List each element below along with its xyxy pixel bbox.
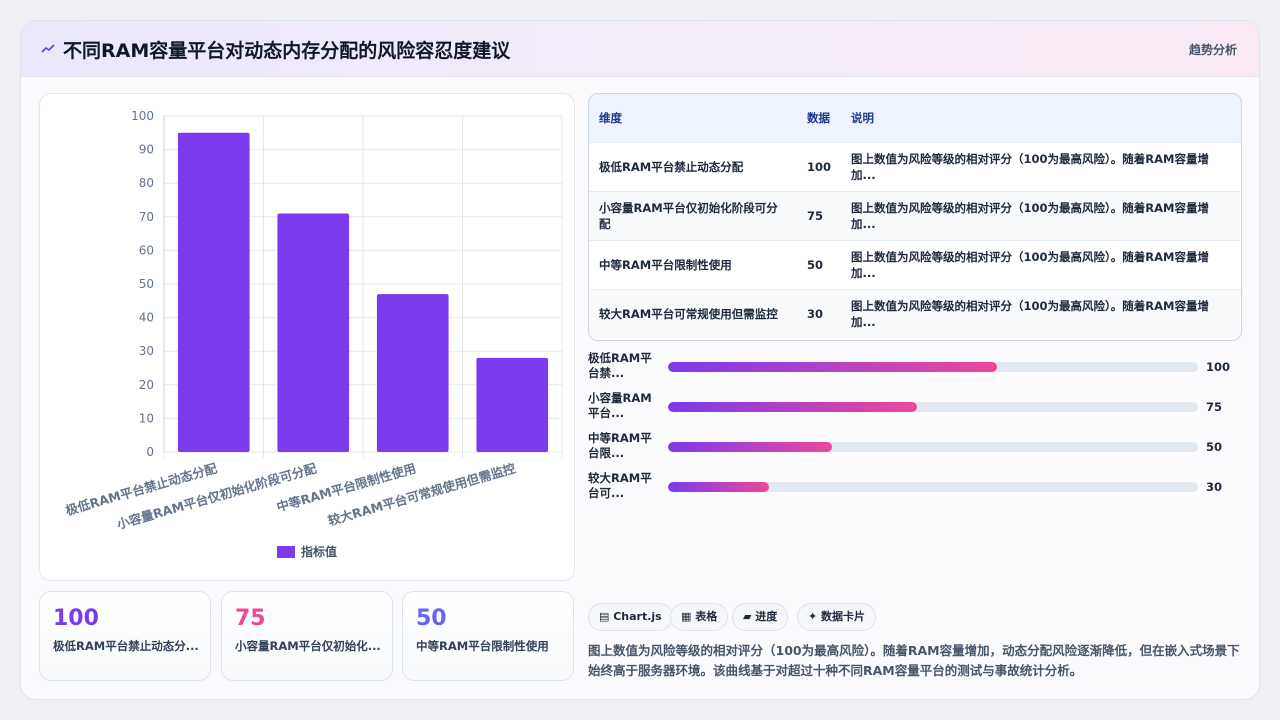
progress-value: 50	[1206, 440, 1223, 454]
table-cell-dimension: 较大RAM平台可常规使用但需监控	[589, 288, 797, 338]
kpi-value: 75	[235, 606, 266, 631]
table-cell-value: 100	[797, 141, 842, 191]
table-cell-value: 75	[797, 190, 842, 240]
progress-label: 较大RAM平台可...	[588, 471, 652, 500]
progress-value: 75	[1206, 400, 1223, 414]
y-tick-label: 10	[139, 411, 154, 425]
chip-chartjs[interactable]: ▤ Chart.js	[588, 603, 673, 631]
progress-row: 中等RAM平台限... 50	[588, 431, 1242, 467]
progress-track	[668, 442, 1198, 452]
progress-track	[668, 402, 1198, 412]
table-cell-value: 30	[797, 288, 842, 338]
table-cell-desc: 图上数值为风险等级的相对评分（100为最高风险）。随着RAM容量增加...	[841, 190, 1241, 240]
bar	[177, 132, 250, 453]
progress-label: 小容量RAM平台...	[588, 391, 652, 420]
y-tick-label: 60	[139, 243, 154, 257]
table-row: 较大RAM平台可常规使用但需监控 30 图上数值为风险等级的相对评分（100为最…	[589, 288, 1241, 338]
kpi-card: 75 小容量RAM平台仅初始化...	[221, 591, 393, 681]
progress-value: 100	[1206, 360, 1231, 374]
data-table-panel: 维度 数据 说明 极低RAM平台禁止动态分配 100 图上数值为风险等级的相对评…	[588, 93, 1242, 341]
progress-track	[668, 482, 1198, 492]
table-cell-desc: 图上数值为风险等级的相对评分（100为最高风险）。随着RAM容量增加...	[841, 288, 1241, 338]
table-cell-dimension: 小容量RAM平台仅初始化阶段可分配	[589, 190, 797, 240]
table-cell-desc: 图上数值为风险等级的相对评分（100为最高风险）。随着RAM容量增加...	[841, 141, 1241, 191]
progress-label: 中等RAM平台限...	[588, 431, 652, 460]
x-tick-label: 较大RAM平台可常规使用但需监控	[326, 460, 517, 528]
chip-progress[interactable]: ▰ 进度	[732, 603, 789, 631]
table-cell-dimension: 中等RAM平台限制性使用	[589, 239, 797, 289]
progress-row: 较大RAM平台可... 30	[588, 471, 1242, 507]
progress-list: 极低RAM平台禁... 100 小容量RAM平台... 75 中等RAM平台限.…	[588, 351, 1242, 511]
kpi-label: 小容量RAM平台仅初始化...	[235, 639, 381, 653]
description-text: 图上数值为风险等级的相对评分（100为最高风险）。随着RAM容量增加，动态分配风…	[588, 643, 1240, 678]
table-cell-value: 50	[797, 239, 842, 289]
y-tick-label: 0	[146, 445, 154, 459]
chip-data-cards[interactable]: ✦ 数据卡片	[797, 603, 877, 631]
bar	[376, 294, 449, 452]
y-tick-label: 80	[139, 176, 154, 190]
bar-chart: 0102030405060708090100极低RAM平台禁止动态分配小容量RA…	[64, 109, 563, 559]
progress-fill	[668, 362, 997, 372]
progress-track	[668, 362, 1198, 372]
table-header-data: 数据	[797, 94, 842, 142]
table-header-dimension: 维度	[589, 94, 797, 142]
table-cell-desc: 图上数值为风险等级的相对评分（100为最高风险）。随着RAM容量增加...	[841, 239, 1241, 289]
y-tick-label: 30	[139, 344, 154, 358]
progress-value: 30	[1206, 480, 1223, 494]
kpi-label: 极低RAM平台禁止动态分...	[53, 639, 199, 653]
kpi-value: 50	[416, 606, 447, 631]
legend-swatch	[277, 546, 295, 558]
y-tick-label: 20	[139, 378, 154, 392]
progress-row: 小容量RAM平台... 75	[588, 391, 1242, 427]
table-row: 中等RAM平台限制性使用 50 图上数值为风险等级的相对评分（100为最高风险）…	[589, 239, 1241, 289]
kpi-label: 中等RAM平台限制性使用	[416, 639, 549, 653]
y-tick-label: 90	[139, 143, 154, 157]
kpi-card: 100 极低RAM平台禁止动态分...	[39, 591, 211, 681]
legend-label: 指标值	[301, 544, 337, 559]
header-tag: 趋势分析	[1188, 43, 1237, 57]
chip-table[interactable]: ▦ 表格	[670, 603, 729, 631]
progress-label: 极低RAM平台禁...	[588, 351, 652, 380]
kpi-value: 100	[53, 606, 99, 631]
y-tick-label: 70	[139, 210, 154, 224]
progress-fill	[668, 402, 918, 412]
table-row: 小容量RAM平台仅初始化阶段可分配 75 图上数值为风险等级的相对评分（100为…	[589, 190, 1241, 240]
table-row: 极低RAM平台禁止动态分配 100 图上数值为风险等级的相对评分（100为最高风…	[589, 141, 1241, 191]
dashboard-card: 不同RAM容量平台对动态内存分配的风险容忍度建议 趋势分析 0 10 20 30 40 5…	[20, 20, 1260, 700]
y-tick-label: 100	[131, 109, 154, 123]
progress-fill	[668, 482, 769, 492]
y-tick-label: 40	[139, 311, 154, 325]
bar	[277, 213, 350, 452]
bar-chart-panel: 0 10 20 30 40 50 60 70 80 90 100 极低RAM平台禁止动态分配 小容量RA…	[39, 93, 575, 581]
header: 不同RAM容量平台对动态内存分配的风险容忍度建议 趋势分析	[21, 21, 1259, 77]
table-header-desc: 说明	[841, 94, 1241, 142]
page-title: 不同RAM容量平台对动态内存分配的风险容忍度建议	[63, 40, 511, 62]
bar	[476, 357, 549, 452]
progress-row: 极低RAM平台禁... 100	[588, 351, 1242, 387]
y-tick-label: 50	[139, 277, 154, 291]
table-header-row: 维度 数据 说明	[589, 94, 1241, 142]
data-table: 维度 数据 说明 极低RAM平台禁止动态分配 100 图上数值为风险等级的相对评…	[589, 94, 1241, 338]
kpi-card: 50 中等RAM平台限制性使用	[402, 591, 574, 681]
progress-fill	[668, 442, 833, 452]
trend-icon	[41, 44, 55, 53]
table-cell-dimension: 极低RAM平台禁止动态分配	[589, 141, 797, 191]
